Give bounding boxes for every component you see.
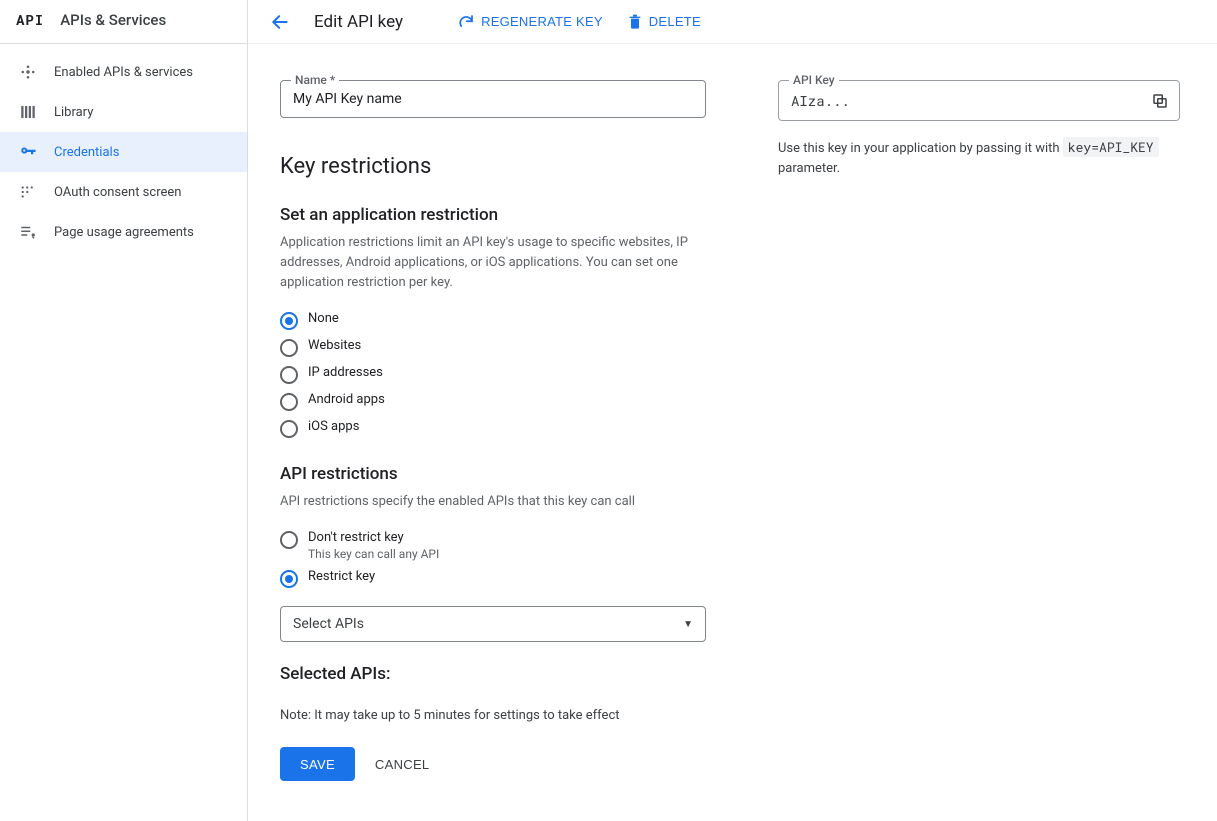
help-post: parameter. xyxy=(778,161,840,176)
sidebar-item-label: Library xyxy=(54,105,93,120)
form-actions: SAVE CANCEL xyxy=(280,747,706,781)
radio-icon xyxy=(280,531,298,549)
sidebar-item-label: Credentials xyxy=(54,145,119,160)
radio-label: None xyxy=(308,311,339,326)
name-field: Name * xyxy=(280,80,706,118)
api-key-help-text: Use this key in your application by pass… xyxy=(778,137,1180,179)
api-key-field: API Key AIza... xyxy=(778,80,1180,121)
help-code: key=API_KEY xyxy=(1063,137,1159,157)
radio-label: IP addresses xyxy=(308,365,383,380)
radio-label: Websites xyxy=(308,338,361,353)
key-icon xyxy=(16,143,40,161)
regenerate-key-label: REGENERATE KEY xyxy=(481,14,603,29)
sidebar-item-page-usage-agreements[interactable]: Page usage agreements xyxy=(0,212,247,252)
sidebar-header: API APIs & Services xyxy=(0,8,247,44)
radio-label: Don't restrict key xyxy=(308,530,439,545)
trash-icon xyxy=(627,14,643,30)
select-apis-placeholder: Select APIs xyxy=(293,616,364,632)
sidebar: API APIs & Services Enabled APIs & servi… xyxy=(0,0,248,821)
copy-icon xyxy=(1151,92,1169,110)
enabled-apis-icon xyxy=(16,63,40,81)
radio-icon xyxy=(280,393,298,411)
copy-api-key-button[interactable] xyxy=(1141,84,1179,118)
sidebar-item-oauth-consent[interactable]: OAuth consent screen xyxy=(0,172,247,212)
select-apis-dropdown[interactable]: Select APIs ▼ xyxy=(280,606,706,642)
name-field-label: Name * xyxy=(291,73,339,87)
selected-apis-heading: Selected APIs: xyxy=(280,664,706,684)
radio-label: iOS apps xyxy=(308,419,359,434)
radio-dont-restrict[interactable]: Don't restrict key This key can call any… xyxy=(280,530,706,561)
consent-screen-icon xyxy=(16,183,40,201)
radio-label: Android apps xyxy=(308,392,385,407)
radio-icon xyxy=(280,366,298,384)
help-pre: Use this key in your application by pass… xyxy=(778,141,1063,156)
api-restriction-description: API restrictions specify the enabled API… xyxy=(280,492,690,512)
radio-icon xyxy=(280,420,298,438)
api-key-field-label: API Key xyxy=(789,73,839,87)
api-key-column: API Key AIza... Use this key in your app… xyxy=(778,80,1180,781)
delete-button[interactable]: DELETE xyxy=(627,14,701,30)
api-restriction-radio-group: Don't restrict key This key can call any… xyxy=(280,530,706,588)
page-title: Edit API key xyxy=(314,12,403,32)
radio-icon xyxy=(280,339,298,357)
radio-label: Restrict key xyxy=(308,569,375,584)
refresh-icon xyxy=(457,13,475,31)
radio-ip-addresses[interactable]: IP addresses xyxy=(280,365,706,384)
radio-icon xyxy=(280,312,298,330)
radio-none[interactable]: None xyxy=(280,311,706,330)
regenerate-key-button[interactable]: REGENERATE KEY xyxy=(457,13,603,31)
form-column: Name * Key restrictions Set an applicati… xyxy=(280,80,706,781)
delete-label: DELETE xyxy=(649,14,701,29)
api-logo: API xyxy=(16,13,44,27)
arrow-back-icon xyxy=(270,12,290,32)
sidebar-item-enabled-apis[interactable]: Enabled APIs & services xyxy=(0,52,247,92)
nav-list: Enabled APIs & services Library Credenti… xyxy=(0,44,247,252)
library-icon xyxy=(16,103,40,121)
back-button[interactable] xyxy=(270,12,290,32)
sidebar-item-credentials[interactable]: Credentials xyxy=(0,132,247,172)
key-restrictions-heading: Key restrictions xyxy=(280,154,706,179)
app-restriction-radio-group: None Websites IP addresses Android apps xyxy=(280,311,706,438)
product-title: APIs & Services xyxy=(60,11,166,29)
sidebar-item-label: OAuth consent screen xyxy=(54,185,181,200)
radio-sublabel: This key can call any API xyxy=(308,547,439,561)
api-restriction-heading: API restrictions xyxy=(280,464,706,484)
radio-ios-apps[interactable]: iOS apps xyxy=(280,419,706,438)
agreements-icon xyxy=(16,223,40,241)
dropdown-arrow-icon: ▼ xyxy=(683,619,693,630)
save-button[interactable]: SAVE xyxy=(280,747,355,781)
main: Edit API key REGENERATE KEY DELETE Name … xyxy=(248,0,1217,821)
cancel-button[interactable]: CANCEL xyxy=(375,757,430,772)
toolbar: Edit API key REGENERATE KEY DELETE xyxy=(248,0,1217,44)
sidebar-item-library[interactable]: Library xyxy=(0,92,247,132)
sidebar-item-label: Enabled APIs & services xyxy=(54,65,193,80)
app-restriction-description: Application restrictions limit an API ke… xyxy=(280,233,690,293)
app-restriction-heading: Set an application restriction xyxy=(280,205,706,225)
radio-restrict-key[interactable]: Restrict key xyxy=(280,569,706,588)
radio-android-apps[interactable]: Android apps xyxy=(280,392,706,411)
radio-websites[interactable]: Websites xyxy=(280,338,706,357)
settings-delay-note: Note: It may take up to 5 minutes for se… xyxy=(280,708,706,723)
name-input[interactable] xyxy=(281,81,705,117)
sidebar-item-label: Page usage agreements xyxy=(54,225,194,240)
radio-icon xyxy=(280,570,298,588)
